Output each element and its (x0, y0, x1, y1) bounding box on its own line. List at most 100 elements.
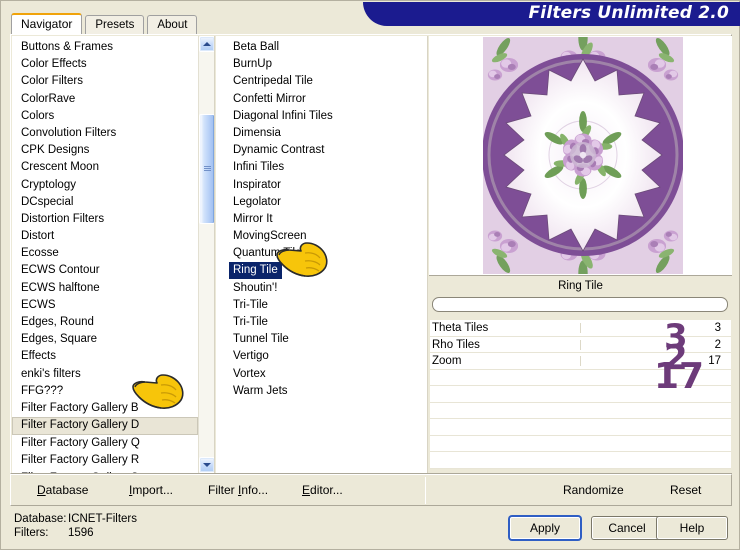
filter-item[interactable]: Diagonal Infini Tiles (216, 108, 423, 125)
status-bar: Database: ICNET-Filters Filters: 1596 Ap… (10, 510, 732, 548)
category-item[interactable]: Edges, Square (12, 331, 198, 348)
category-scrollbar[interactable] (198, 36, 214, 473)
category-item[interactable]: Distort (12, 228, 198, 245)
filter-item[interactable]: Tunnel Tile (216, 331, 423, 348)
category-item[interactable]: Filter Factory Gallery Q (12, 435, 198, 452)
category-item[interactable]: Cryptology (12, 177, 198, 194)
category-item[interactable]: FFG??? (12, 383, 198, 400)
filter-name-label: Ring Tile (558, 280, 603, 292)
filter-item[interactable]: Centripedal Tile (216, 73, 423, 90)
category-item[interactable]: Effects (12, 348, 198, 365)
parameter-value: 17 (708, 355, 721, 367)
category-list-items: Buttons & Frames Color Effects Color Fil… (12, 39, 198, 473)
filter-item[interactable]: Warm Jets (216, 383, 423, 400)
category-item[interactable]: Edges, Round (12, 314, 198, 331)
category-item[interactable]: Filter Factory Gallery B (12, 400, 198, 417)
parameter-row[interactable] (430, 369, 731, 386)
filter-item[interactable]: Tri-Tile (216, 297, 423, 314)
parameter-label: Theta Tiles (432, 322, 489, 334)
status-database-value: ICNET-Filters (68, 513, 137, 525)
filters-unlimited-window: Filters Unlimited 2.0 Navigator Presets … (0, 0, 740, 550)
editor-button[interactable]: Editor... (302, 475, 343, 505)
category-scroll-up-icon[interactable] (199, 36, 214, 52)
action-toolbar: Database Import... Filter Info... Editor… (10, 474, 732, 506)
filter-item[interactable]: Quantum Tile (216, 245, 423, 262)
parameter-row[interactable] (430, 386, 731, 403)
filter-info-button[interactable]: Filter Info... (208, 475, 268, 505)
parameter-value: 3 (714, 322, 721, 334)
filter-item[interactable]: Beta Ball (216, 39, 423, 56)
parameter-row[interactable] (430, 402, 731, 419)
import-button[interactable]: Import... (129, 475, 173, 505)
tab-presets[interactable]: Presets (85, 15, 145, 34)
filter-item[interactable]: Shoutin'! (216, 280, 423, 297)
category-item[interactable]: Crescent Moon (12, 159, 198, 176)
status-filters-value: 1596 (68, 527, 94, 539)
category-item[interactable]: DCspecial (12, 194, 198, 211)
category-item[interactable]: Convolution Filters (12, 125, 198, 142)
tabstrip: Navigator Presets About (11, 13, 198, 34)
title-banner-shape (363, 2, 740, 26)
category-item[interactable]: Color Filters (12, 73, 198, 90)
parameter-row[interactable]: Theta Tiles 3 (430, 320, 731, 337)
filter-item[interactable]: Inspirator (216, 177, 423, 194)
status-database-label: Database: (14, 513, 67, 525)
randomize-button[interactable]: Randomize (563, 475, 624, 505)
filter-item[interactable]: Vortex (216, 366, 423, 383)
parameter-tick (580, 323, 581, 333)
client-area: Buttons & Frames Color Effects Color Fil… (10, 34, 732, 474)
reset-button[interactable]: Reset (670, 475, 701, 505)
parameter-rows: Theta Tiles 3 Rho Tiles 2 Zoom 17 (430, 320, 731, 469)
apply-button[interactable]: Apply (509, 516, 581, 540)
tab-about[interactable]: About (147, 15, 198, 34)
category-scroll-thumb[interactable] (199, 114, 214, 224)
filter-item[interactable]: Infini Tiles (216, 159, 423, 176)
parameter-panel: Ring Tile Theta Tiles 3 Rho Tiles 2 Zoom (429, 275, 732, 473)
filter-item-selected[interactable]: Ring Tile (216, 262, 423, 280)
scroll-grip-icon (204, 166, 211, 172)
cancel-button[interactable]: Cancel (591, 516, 663, 540)
category-item[interactable]: ECWS Contour (12, 262, 198, 279)
parameter-value: 2 (714, 338, 721, 351)
category-item[interactable]: Filter Factory Gallery R (12, 452, 198, 469)
parameter-row[interactable] (430, 435, 731, 452)
help-button[interactable]: Help (656, 516, 728, 540)
parameter-label: Rho Tiles (432, 338, 480, 351)
parameter-tick (580, 356, 581, 366)
category-item[interactable]: ECWS halftone (12, 280, 198, 297)
parameter-row[interactable]: Zoom 17 (430, 353, 731, 370)
category-item[interactable]: CPK Designs (12, 142, 198, 159)
category-scroll-down-icon[interactable] (199, 457, 214, 473)
parameter-row[interactable] (430, 452, 731, 469)
parameter-label: Zoom (432, 355, 462, 367)
preview-pane: Ring Tile Theta Tiles 3 Rho Tiles 2 Zoom (429, 36, 732, 473)
category-item[interactable]: Distortion Filters (12, 211, 198, 228)
category-item[interactable]: Buttons & Frames (12, 39, 198, 56)
tab-navigator[interactable]: Navigator (11, 13, 83, 34)
database-button[interactable]: Database (37, 475, 88, 505)
category-item[interactable]: Color Effects (12, 56, 198, 73)
filter-item[interactable]: Mirror It (216, 211, 423, 228)
category-item[interactable]: ColorRave (12, 91, 198, 108)
category-item[interactable]: Colors (12, 108, 198, 125)
category-item[interactable]: Filter Factory Gallery S (12, 470, 198, 474)
category-item-selected[interactable]: Filter Factory Gallery D (12, 417, 198, 436)
filter-list[interactable]: Beta Ball BurnUp Centripedal Tile Confet… (216, 36, 428, 473)
parameter-row[interactable] (430, 419, 731, 436)
category-item[interactable]: Ecosse (12, 245, 198, 262)
filter-item[interactable]: Vertigo (216, 348, 423, 365)
status-filters-label: Filters: (14, 527, 49, 539)
filter-item[interactable]: Tri-Tile (216, 314, 423, 331)
filter-item[interactable]: Legolator (216, 194, 423, 211)
app-title: Filters Unlimited 2.0 (528, 3, 729, 23)
filter-item[interactable]: MovingScreen (216, 228, 423, 245)
category-item[interactable]: enki's filters (12, 366, 198, 383)
category-item[interactable]: ECWS (12, 297, 198, 314)
parameter-row[interactable]: Rho Tiles 2 (430, 336, 731, 353)
filter-item[interactable]: Dynamic Contrast (216, 142, 423, 159)
preset-name-field[interactable] (432, 297, 728, 312)
filter-item[interactable]: Dimensia (216, 125, 423, 142)
filter-item[interactable]: Confetti Mirror (216, 91, 423, 108)
filter-item[interactable]: BurnUp (216, 56, 423, 73)
category-list[interactable]: Buttons & Frames Color Effects Color Fil… (12, 36, 215, 473)
